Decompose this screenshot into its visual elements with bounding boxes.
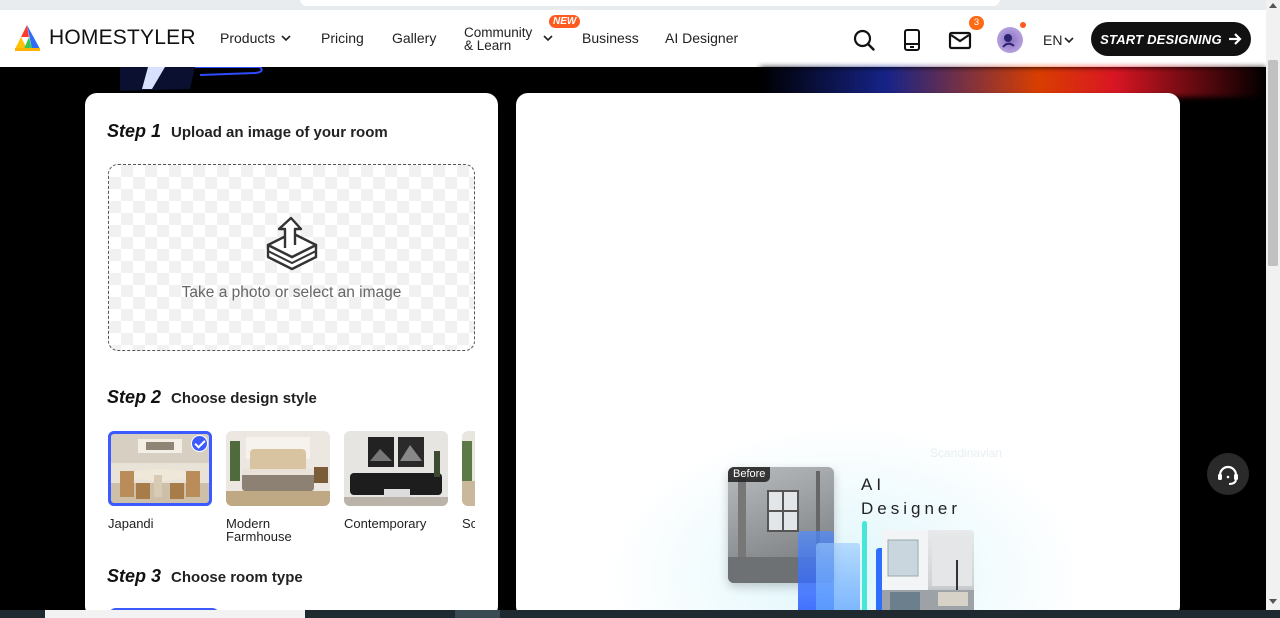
nav-business-label: Business: [582, 30, 639, 46]
style-list: Japandi Modern Farmhouse Contemporary Sc: [108, 431, 475, 551]
style-thumbnail: [462, 431, 475, 506]
style-thumbnail: [108, 431, 212, 506]
style-name: Modern Farmhouse: [226, 516, 292, 544]
homestyler-logo-icon: [15, 25, 40, 51]
glass-panel-decoration: [816, 543, 860, 618]
taskbar-item[interactable]: [45, 610, 305, 618]
ai-title-line2: Designer: [861, 499, 962, 518]
step1-number: Step 1: [107, 121, 162, 141]
style-card-japandi[interactable]: Japandi: [108, 431, 212, 530]
image-upload-area[interactable]: Take a photo or select an image: [108, 164, 475, 351]
arrow-right-icon: [1228, 33, 1242, 45]
page-scrollbar[interactable]: [1266, 0, 1280, 610]
start-designing-button[interactable]: START DESIGNING: [1091, 22, 1251, 56]
avatar[interactable]: [997, 27, 1023, 53]
preview-panel: Scandinavian AI Designer Before: [516, 93, 1180, 618]
headset-icon: [1218, 465, 1238, 485]
after-image: [882, 530, 974, 618]
search-icon[interactable]: [852, 28, 876, 52]
style-card-contemporary[interactable]: Contemporary: [344, 431, 448, 530]
start-designing-label: START DESIGNING: [1100, 31, 1222, 47]
style-thumbnail: [344, 431, 448, 506]
nav-gallery[interactable]: Gallery: [392, 30, 436, 46]
nav-gallery-label: Gallery: [392, 30, 437, 46]
nav-community-label-line2: & Learn: [464, 38, 512, 53]
step1-title: Step 1 Upload an image of your room: [107, 121, 388, 142]
step2-title: Step 2 Choose design style: [107, 387, 317, 408]
taskbar-item[interactable]: [455, 610, 500, 618]
nav-products[interactable]: Products: [220, 30, 291, 46]
brand-name: HOMESTYLER: [49, 26, 196, 49]
notification-dot: [1020, 22, 1026, 28]
faded-style-label: Scandinavian: [930, 446, 1003, 460]
upload-box-icon: [266, 216, 318, 271]
ai-title-line1: AI: [861, 475, 886, 494]
homestyler-logo[interactable]: HOMESTYLER: [13, 23, 196, 53]
customer-support-button[interactable]: [1207, 453, 1249, 495]
language-label: EN: [1043, 32, 1063, 48]
step1-label: Upload an image of your room: [171, 124, 388, 141]
language-selector[interactable]: EN: [1043, 32, 1075, 48]
nav-community-learn[interactable]: Community & Learn: [464, 26, 553, 53]
nav-ai-designer-label: AI Designer: [665, 30, 739, 46]
ai-designer-title: AI Designer: [861, 473, 961, 521]
glass-bar-decoration: [862, 521, 867, 618]
hero-shape-decoration: [120, 67, 263, 91]
mail-count-badge: 3: [969, 16, 984, 30]
style-name: Sc: [462, 516, 475, 531]
nav-pricing-label: Pricing: [321, 30, 364, 46]
style-name: Japandi: [108, 516, 154, 531]
user-avatar-icon: [1002, 34, 1015, 48]
top-navbar: HOMESTYLER Products Pricing Gallery Comm…: [0, 10, 1266, 67]
chevron-down-icon: [543, 35, 553, 42]
step2-number: Step 2: [107, 387, 162, 407]
before-label: Before: [728, 467, 771, 482]
step2-label: Choose design style: [171, 390, 317, 407]
style-card-scandinavian[interactable]: Sc: [462, 431, 475, 530]
step3-title: Step 3 Choose room type: [107, 566, 303, 587]
selected-check-icon: [191, 435, 208, 452]
scrollbar-thumb[interactable]: [1268, 60, 1278, 266]
mobile-app-icon[interactable]: [900, 28, 924, 52]
browser-top-strip: [0, 0, 1280, 10]
left-panel: Step 1 Upload an image of your room Take…: [85, 93, 498, 618]
step3-number: Step 3: [107, 566, 162, 586]
chevron-down-icon: [281, 35, 291, 42]
new-badge: NEW: [549, 15, 581, 28]
upload-hint: Take a photo or select an image: [181, 284, 402, 301]
style-name: Contemporary: [344, 516, 427, 531]
os-taskbar: [0, 610, 1280, 618]
scroll-up-arrow-icon[interactable]: [1269, 3, 1277, 8]
style-thumbnail: [226, 431, 330, 506]
mail-icon[interactable]: [948, 28, 972, 52]
nav-ai-designer[interactable]: AI Designer: [665, 30, 738, 46]
style-card-modern-farmhouse[interactable]: Modern Farmhouse: [226, 431, 330, 543]
nav-products-label: Products: [220, 30, 276, 46]
nav-pricing[interactable]: Pricing: [321, 30, 364, 46]
step3-label: Choose room type: [171, 569, 303, 586]
chevron-down-icon: [1064, 37, 1075, 44]
nav-business[interactable]: Business: [582, 30, 639, 46]
scroll-down-arrow-icon[interactable]: [1269, 599, 1277, 604]
